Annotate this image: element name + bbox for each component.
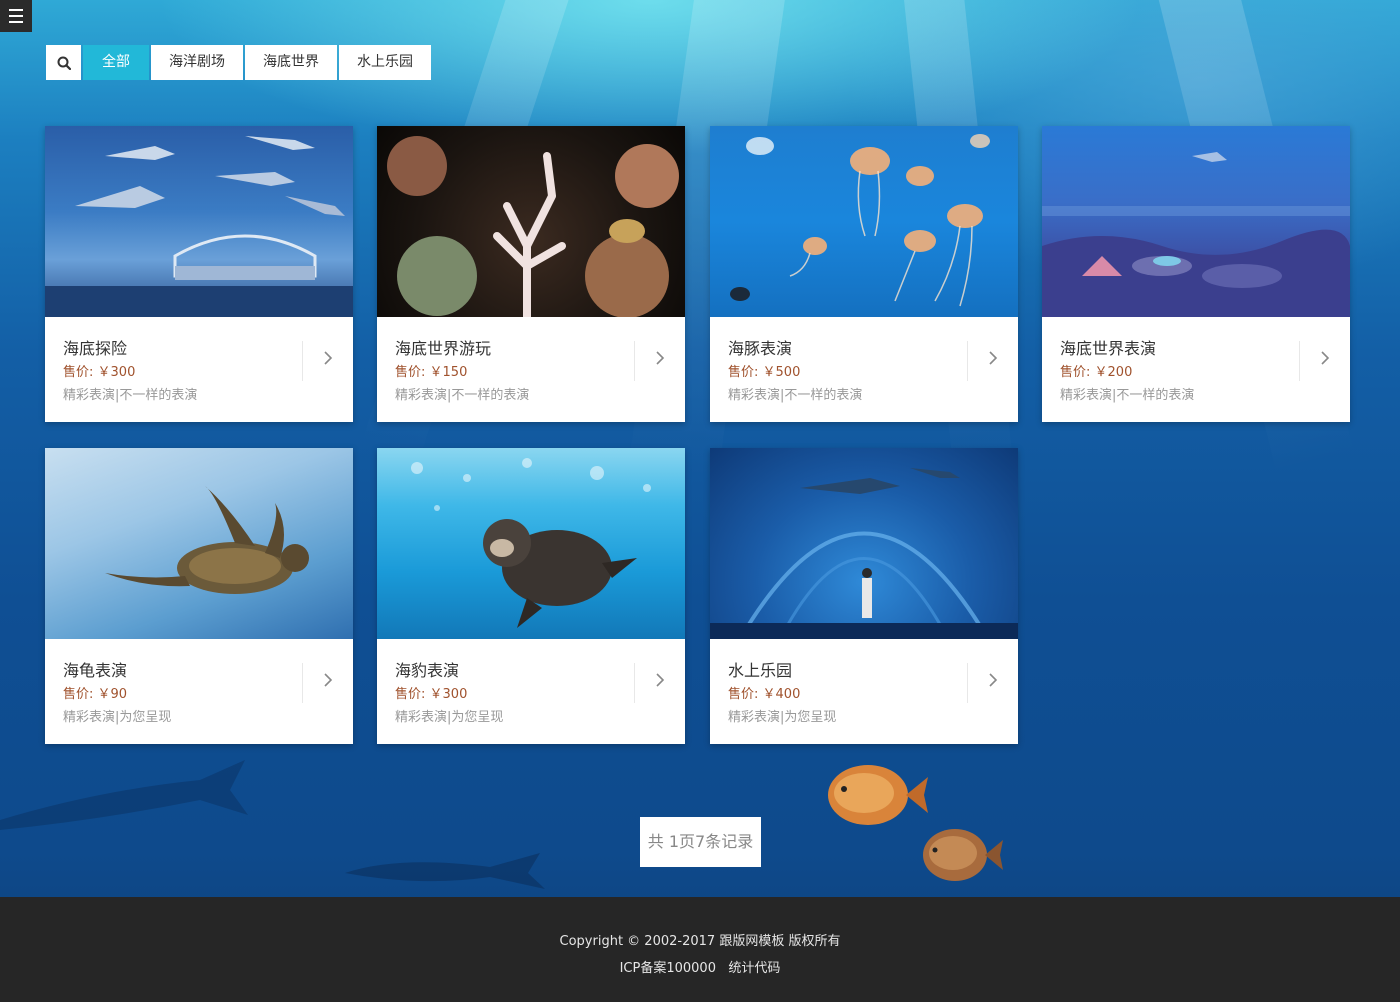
fish-decoration: [828, 765, 928, 825]
price-value: ￥90: [97, 687, 128, 702]
product-title[interactable]: 海豹表演: [395, 657, 459, 681]
shark-silhouette-decoration: [345, 853, 545, 889]
chevron-right-icon[interactable]: [653, 351, 667, 365]
price-label: 售价:: [63, 687, 94, 702]
product-price: 售价: ￥300: [395, 683, 467, 702]
product-info: 海底探险 售价: ￥300 精彩表演|不一样的表演: [45, 317, 353, 422]
price-label: 售价:: [728, 687, 759, 702]
price-label: 售价:: [395, 365, 426, 380]
product-price: 售价: ￥200: [1060, 361, 1132, 380]
chevron-right-icon[interactable]: [1318, 351, 1332, 365]
menu-icon-bar: [9, 21, 23, 23]
price-label: 售价:: [395, 687, 426, 702]
tab-all[interactable]: 全部: [83, 45, 149, 80]
tab-ocean-theater[interactable]: 海洋剧场: [151, 45, 243, 80]
product-price: 售价: ￥500: [728, 361, 800, 380]
menu-icon-bar: [9, 9, 23, 11]
divider: [634, 341, 635, 381]
product-title[interactable]: 海底世界游玩: [395, 335, 491, 359]
product-image-shark-tunnel[interactable]: [45, 126, 353, 317]
product-description: 精彩表演|不一样的表演: [395, 388, 530, 403]
product-card[interactable]: 海底世界表演 售价: ￥200 精彩表演|不一样的表演: [1042, 126, 1350, 422]
price-value: ￥400: [762, 687, 801, 702]
product-description: 精彩表演|不一样的表演: [1060, 388, 1195, 403]
product-card[interactable]: 海底世界游玩 售价: ￥150 精彩表演|不一样的表演: [377, 126, 685, 422]
divider: [634, 663, 635, 703]
product-info: 海底世界表演 售价: ￥200 精彩表演|不一样的表演: [1042, 317, 1350, 422]
search-icon: [57, 56, 71, 70]
price-label: 售价:: [1060, 365, 1091, 380]
product-card[interactable]: 海豚表演 售价: ￥500 精彩表演|不一样的表演: [710, 126, 1018, 422]
product-card[interactable]: 水上乐园 售价: ￥400 精彩表演|为您呈现: [710, 448, 1018, 744]
product-title[interactable]: 海豚表演: [728, 335, 792, 359]
product-image-reef-scene[interactable]: [1042, 126, 1350, 317]
divider: [1299, 341, 1300, 381]
copyright-text: Copyright © 2002-2017: [559, 934, 716, 949]
category-filter-bar: 全部 海洋剧场 海底世界 水上乐园: [46, 45, 433, 80]
product-description: 精彩表演|为您呈现: [728, 710, 837, 725]
product-image-jellyfish[interactable]: [710, 126, 1018, 317]
footer-icp-line: ICP备案100000 统计代码: [0, 957, 1400, 976]
search-button[interactable]: [46, 45, 81, 80]
company-link[interactable]: 跟版网模板: [719, 934, 784, 949]
divider: [302, 341, 303, 381]
chevron-right-icon[interactable]: [321, 351, 335, 365]
stats-code: 统计代码: [728, 961, 781, 976]
page: 全部 海洋剧场 海底世界 水上乐园 海底探险 售价: ￥300 精彩表演|不一样…: [0, 0, 1400, 1002]
divider: [302, 663, 303, 703]
chevron-right-icon[interactable]: [986, 351, 1000, 365]
product-title[interactable]: 海底世界表演: [1060, 335, 1156, 359]
chevron-right-icon[interactable]: [653, 673, 667, 687]
rights-text: 版权所有: [788, 934, 841, 949]
footer: Copyright © 2002-2017 跟版网模板 版权所有 ICP备案10…: [0, 897, 1400, 1002]
product-image-coral-reef[interactable]: [377, 126, 685, 317]
product-title[interactable]: 海底探险: [63, 335, 127, 359]
tab-underwater-world[interactable]: 海底世界: [245, 45, 337, 80]
product-info: 海豚表演 售价: ￥500 精彩表演|不一样的表演: [710, 317, 1018, 422]
price-label: 售价:: [728, 365, 759, 380]
icp-link[interactable]: ICP备案100000: [620, 961, 716, 976]
product-description: 精彩表演|为您呈现: [63, 710, 172, 725]
product-info: 海豹表演 售价: ￥300 精彩表演|为您呈现: [377, 639, 685, 744]
product-description: 精彩表演|为您呈现: [395, 710, 504, 725]
price-value: ￥500: [762, 365, 801, 380]
pagination-summary: 共 1页7条记录: [640, 817, 761, 867]
product-price: 售价: ￥400: [728, 683, 800, 702]
product-card[interactable]: 海豹表演 售价: ￥300 精彩表演|为您呈现: [377, 448, 685, 744]
product-description: 精彩表演|不一样的表演: [63, 388, 198, 403]
product-card[interactable]: 海底探险 售价: ￥300 精彩表演|不一样的表演: [45, 126, 353, 422]
product-info: 海底世界游玩 售价: ￥150 精彩表演|不一样的表演: [377, 317, 685, 422]
chevron-right-icon[interactable]: [321, 673, 335, 687]
footer-copyright-line: Copyright © 2002-2017 跟版网模板 版权所有: [0, 930, 1400, 949]
product-price: 售价: ￥300: [63, 361, 135, 380]
product-title[interactable]: 水上乐园: [728, 657, 792, 681]
menu-button[interactable]: [0, 0, 32, 32]
product-info: 水上乐园 售价: ￥400 精彩表演|为您呈现: [710, 639, 1018, 744]
price-label: 售价:: [63, 365, 94, 380]
price-value: ￥300: [429, 687, 468, 702]
price-value: ￥200: [1094, 365, 1133, 380]
menu-icon-bar: [9, 15, 23, 17]
tab-water-park[interactable]: 水上乐园: [339, 45, 431, 80]
product-price: 售价: ￥90: [63, 683, 127, 702]
fish-decoration: [923, 829, 1003, 881]
chevron-right-icon[interactable]: [986, 673, 1000, 687]
product-image-sea-turtle[interactable]: [45, 448, 353, 639]
divider: [967, 663, 968, 703]
shark-silhouette-decoration: [0, 760, 248, 830]
product-title[interactable]: 海龟表演: [63, 657, 127, 681]
product-image-sea-lion[interactable]: [377, 448, 685, 639]
product-price: 售价: ￥150: [395, 361, 467, 380]
product-image-aquarium-tunnel[interactable]: [710, 448, 1018, 639]
price-value: ￥300: [97, 365, 136, 380]
product-info: 海龟表演 售价: ￥90 精彩表演|为您呈现: [45, 639, 353, 744]
price-value: ￥150: [429, 365, 468, 380]
divider: [967, 341, 968, 381]
product-card[interactable]: 海龟表演 售价: ￥90 精彩表演|为您呈现: [45, 448, 353, 744]
product-description: 精彩表演|不一样的表演: [728, 388, 863, 403]
